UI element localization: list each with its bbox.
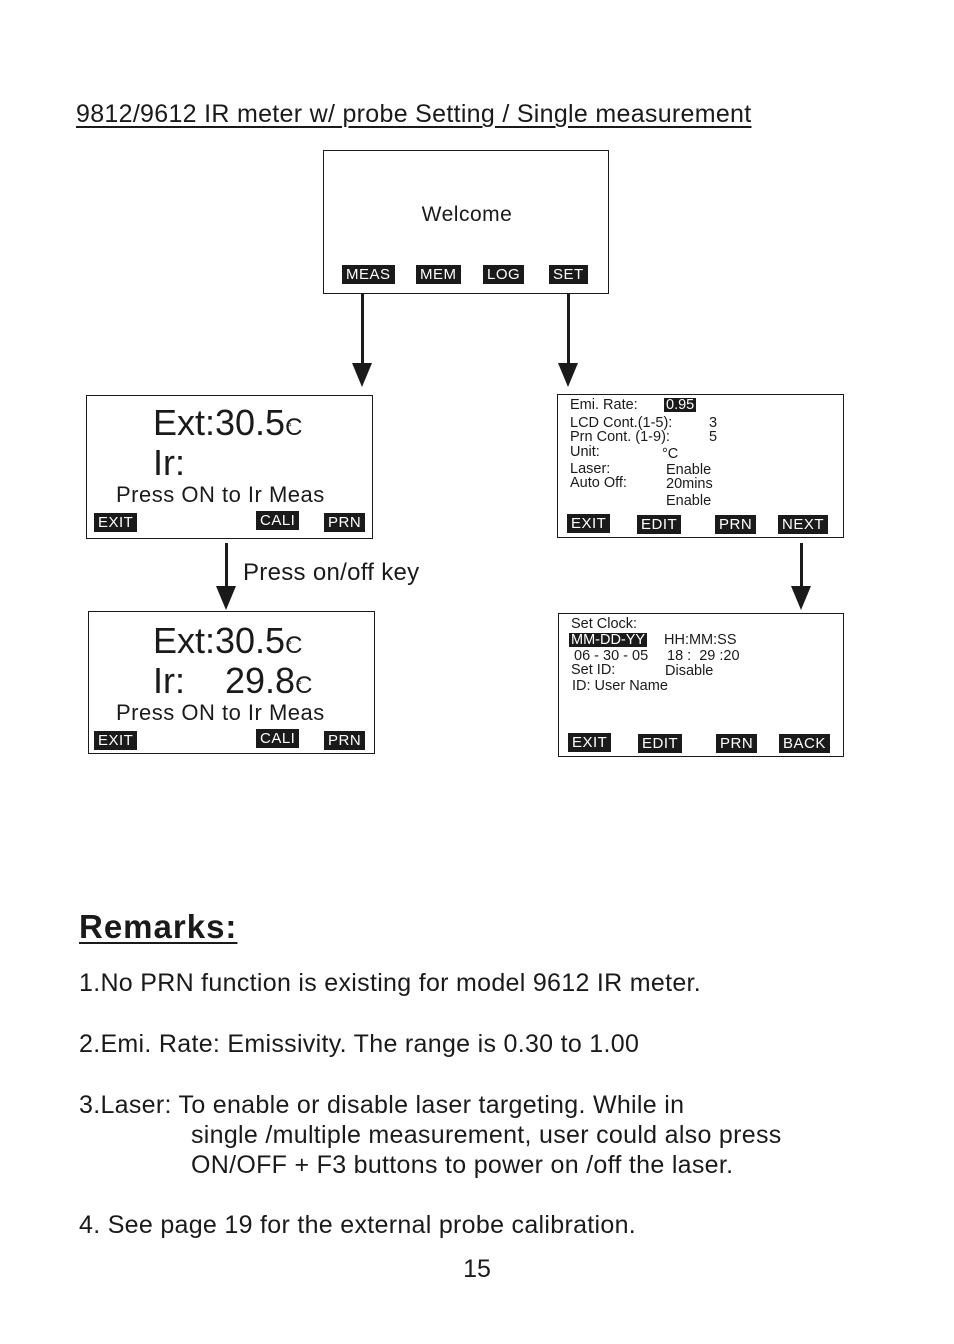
unit-label: Unit: xyxy=(570,444,600,460)
remark-item-continued: single /multiple measurement, user could… xyxy=(191,1121,782,1149)
set-key[interactable]: SET xyxy=(549,265,588,284)
prn-key[interactable]: PRN xyxy=(716,734,758,753)
cali-key[interactable]: CALI xyxy=(256,729,300,748)
ext-reading: Ext:30.5 ° C xyxy=(153,404,302,447)
welcome-screen: Welcome MEAS MEM LOG SET xyxy=(323,150,609,294)
arrow-to-clock-line xyxy=(800,543,803,588)
arrow-to-settings-line xyxy=(567,294,570,364)
prompt-text: Press ON to Ir Meas xyxy=(116,700,325,725)
ir-label: Ir: xyxy=(153,442,185,483)
celsius-unit: ° C xyxy=(295,672,313,699)
set-clock-heading: Set Clock: xyxy=(571,616,638,632)
ir-reading: Ir: xyxy=(153,444,185,482)
ir-reading: Ir: 29.8 ° C xyxy=(153,662,312,705)
next-key[interactable]: NEXT xyxy=(778,515,829,534)
edit-key[interactable]: EDIT xyxy=(638,734,683,753)
ir-value: 29.8 xyxy=(225,660,296,701)
ext-value: 30.5 xyxy=(215,402,286,443)
celsius-unit: ° C xyxy=(285,414,303,441)
celsius-unit: ° C xyxy=(285,632,303,659)
remark-item: 4. See page 19 for the external probe ca… xyxy=(79,1211,637,1239)
lcd-contrast-value: 3 xyxy=(709,415,718,431)
cali-key[interactable]: CALI xyxy=(256,511,300,530)
measurement-screen-idle: Ext:30.5 ° C Ir: Press ON to Ir Meas EXIT … xyxy=(86,395,373,539)
arrow-down-icon xyxy=(352,363,372,387)
set-id-value: Disable xyxy=(665,663,714,679)
arrow-down-icon xyxy=(791,586,811,610)
ext-label: Ext: xyxy=(153,402,216,443)
ext-value: 30.5 xyxy=(215,620,286,661)
date-format[interactable]: MM-DD-YY xyxy=(569,633,648,647)
exit-key[interactable]: EXIT xyxy=(568,733,612,752)
remark-item: 1.No PRN function is existing for model … xyxy=(79,969,702,997)
auto-off-state: Enable xyxy=(666,493,712,509)
ext-reading: Ext:30.5 ° C xyxy=(153,622,302,665)
clock-screen: Set Clock: MM-DD-YY HH:MM:SS 06 - 30 - 0… xyxy=(558,613,844,757)
page-title: 9812/9612 IR meter w/ probe Setting / Si… xyxy=(76,100,752,128)
emi-rate-value[interactable]: 0.95 xyxy=(664,398,697,412)
settings-screen: Emi. Rate: 0.95 LCD Cont.(1-5): 3 Prn Co… xyxy=(557,394,844,538)
remarks-heading: Remarks: xyxy=(79,908,238,945)
arrow-to-meas-line xyxy=(361,294,364,364)
arrow-down-icon xyxy=(558,363,578,387)
prn-contrast-label: Prn Cont. (1-9): xyxy=(570,429,670,445)
auto-off-label: Auto Off: xyxy=(570,475,627,491)
unit-value: °C xyxy=(662,446,679,462)
exit-key[interactable]: EXIT xyxy=(94,513,138,532)
page-number: 15 xyxy=(463,1255,491,1283)
ir-label: Ir: xyxy=(153,660,185,701)
mem-key[interactable]: MEM xyxy=(416,265,461,284)
remark-item: 3.Laser: To enable or disable laser targ… xyxy=(79,1091,685,1119)
prn-key[interactable]: PRN xyxy=(324,731,366,750)
prn-contrast-value: 5 xyxy=(709,429,718,445)
edit-key[interactable]: EDIT xyxy=(637,515,682,534)
measurement-screen-result: Ext:30.5 ° C Ir: 29.8 ° C Press ON to Ir Meas… xyxy=(88,611,375,754)
prn-key[interactable]: PRN xyxy=(324,513,366,532)
set-id-label: Set ID: xyxy=(571,662,616,678)
emi-rate-label: Emi. Rate: xyxy=(570,397,638,413)
welcome-text: Welcome xyxy=(421,203,513,226)
user-id-line: ID: User Name xyxy=(572,678,668,694)
auto-off-value: 20mins xyxy=(666,476,713,492)
laser-label: Laser: xyxy=(570,461,611,477)
transition-label: Press on/off key xyxy=(243,559,420,586)
arrow-down-icon xyxy=(216,586,236,610)
arrow-press-key-line xyxy=(225,543,228,588)
prn-key[interactable]: PRN xyxy=(715,515,757,534)
date-value: 06 - 30 - 05 xyxy=(574,648,649,664)
remark-item-continued: ON/OFF + F3 buttons to power on /off the… xyxy=(191,1151,734,1179)
meas-key[interactable]: MEAS xyxy=(342,265,395,284)
log-key[interactable]: LOG xyxy=(483,265,525,284)
ext-label: Ext: xyxy=(153,620,216,661)
exit-key[interactable]: EXIT xyxy=(94,731,138,750)
exit-key[interactable]: EXIT xyxy=(567,514,611,533)
lcd-contrast-label: LCD Cont.(1-5): xyxy=(570,415,673,431)
prompt-text: Press ON to Ir Meas xyxy=(116,482,325,507)
time-value: 18 : 29 :20 xyxy=(667,648,740,664)
laser-value: Enable xyxy=(666,462,712,478)
time-format: HH:MM:SS xyxy=(664,632,737,648)
back-key[interactable]: BACK xyxy=(779,734,830,753)
remark-item: 2.Emi. Rate: Emissivity. The range is 0.… xyxy=(79,1030,640,1058)
